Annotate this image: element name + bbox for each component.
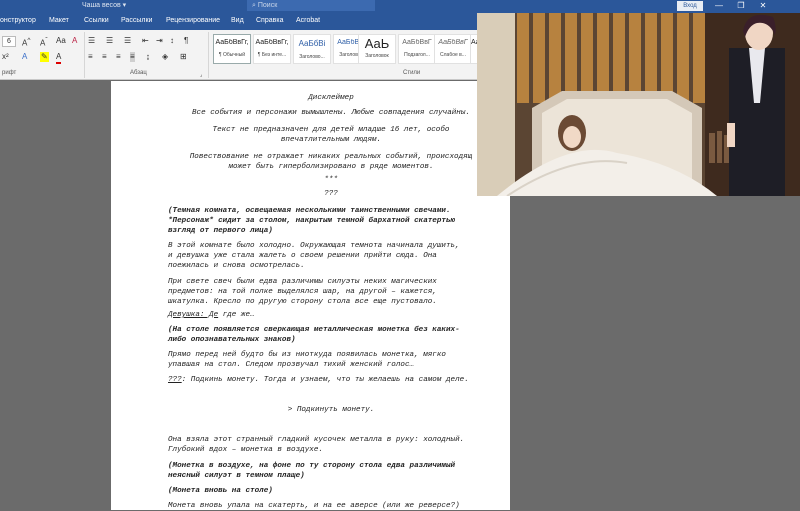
- align-center-icon[interactable]: ≡: [102, 52, 107, 62]
- close-button[interactable]: ✕: [752, 0, 774, 12]
- disclaimer-line: может быть гиперболизировано в ряде моме…: [228, 163, 434, 171]
- search-icon: ⌕: [252, 2, 256, 9]
- separator-stars: ***: [324, 176, 338, 184]
- paragraph: Глубокий вдох – монетка в воздухе.: [168, 446, 323, 454]
- tab-view[interactable]: Вид: [231, 17, 244, 24]
- disclaimer-line: Все события и персонажи вымышлены. Любые…: [192, 109, 470, 117]
- align-right-icon[interactable]: ≡: [116, 52, 121, 62]
- tab-layout[interactable]: Макет: [49, 17, 69, 24]
- font-group-label: рифт: [2, 70, 17, 76]
- tab-references[interactable]: Ссылки: [84, 17, 109, 24]
- font-size-box[interactable]: 6: [2, 36, 16, 47]
- paragraph: предметов: на той полке выделялся шар, н…: [168, 288, 437, 296]
- increase-indent-icon[interactable]: ⇥: [156, 36, 163, 46]
- borders-icon[interactable]: ⊞: [180, 52, 187, 62]
- disclaimer-title: Дисклеймер: [308, 94, 354, 102]
- pilcrow-icon[interactable]: ¶: [184, 36, 188, 46]
- paragraph: В этой комнате было холодно. Окружающая …: [168, 242, 460, 250]
- search-box[interactable]: ⌕ Поиск: [247, 0, 375, 11]
- style-no-spacing[interactable]: АаБбВвГг, ¶ Без инте...: [253, 34, 291, 64]
- styles-group-label: Стили: [403, 70, 421, 76]
- paragraph: Прямо перед ней будто бы из ниоткуда поя…: [168, 351, 446, 359]
- style-normal[interactable]: АаБбВвГг, ¶ Обычный: [213, 34, 251, 64]
- dialogue-line: ???: Подкинь монету. Тогда и узнаем, что…: [168, 375, 469, 385]
- speaker-name: ???: [168, 376, 182, 384]
- search-placeholder: Поиск: [257, 2, 278, 9]
- video-overlay[interactable]: [477, 13, 800, 196]
- style-subtle-emphasis[interactable]: АаБбВвГ Слабое в...: [434, 34, 472, 64]
- anime-scene-image: [477, 13, 800, 196]
- stage-direction: взгляд от первого лица): [168, 227, 273, 235]
- minimize-button[interactable]: —: [708, 0, 730, 12]
- paragraph: поежилась и снова осмотрелась.: [168, 262, 305, 270]
- shading-icon[interactable]: ◈: [162, 52, 168, 62]
- disclaimer-line: Повествование не отражает никаких реальн…: [189, 153, 473, 161]
- dialog-launcher-icon[interactable]: ⌟: [200, 70, 202, 80]
- paragraph: При свете свеч были едва различимы силуэ…: [168, 278, 437, 286]
- tab-design[interactable]: онструктор: [0, 17, 36, 24]
- stage-direction: (На столе появляется сверкающая металлич…: [168, 326, 460, 334]
- change-case-icon[interactable]: Aa: [56, 36, 66, 46]
- disclaimer-line: впечатлительным людям.: [280, 136, 382, 144]
- dialogue-text: где же…: [218, 311, 255, 319]
- style-heading1[interactable]: АаБбВі Заголово...: [293, 34, 331, 64]
- tab-help[interactable]: Справка: [256, 17, 283, 24]
- tab-mailings[interactable]: Рассылки: [121, 17, 152, 24]
- signin-button[interactable]: Вход: [677, 1, 703, 11]
- maximize-button[interactable]: ❐: [730, 0, 752, 12]
- window-controls: — ❐ ✕: [708, 0, 800, 12]
- stage-direction: либо опознавательных знаков): [168, 336, 296, 344]
- stage-direction: неясный силуэт в темном плаще): [168, 472, 305, 480]
- paragraph: шкатулка. Кресло по другую сторону стола…: [168, 298, 437, 306]
- paragraph: упавшая на стол. Следом прозвучал тихий …: [168, 361, 415, 369]
- numbering-icon[interactable]: ☰: [106, 36, 113, 46]
- subscript-icon[interactable]: x²: [2, 52, 9, 62]
- grow-font-icon[interactable]: A^: [22, 36, 30, 49]
- title-bar: Чаша весов ▾ ⌕ Поиск Вход — ❐ ✕: [0, 0, 800, 12]
- style-subtitle[interactable]: АаБбВвГ Подзагол...: [398, 34, 436, 64]
- stage-direction: (Темная комната, освещаемая несколькими …: [168, 207, 451, 215]
- stage-direction: *Персонаж* сидит за столом, накрытым тем…: [168, 217, 456, 225]
- justify-icon[interactable]: ≡: [130, 52, 135, 62]
- align-left-icon[interactable]: ≡: [88, 52, 93, 62]
- disclaimer-line: Текст не предназначен для детей младше 1…: [212, 126, 450, 134]
- document-title[interactable]: Чаша весов ▾: [82, 1, 126, 9]
- line-spacing-icon[interactable]: ↨: [146, 52, 150, 62]
- shrink-font-icon[interactable]: Aˇ: [40, 36, 48, 49]
- decrease-indent-icon[interactable]: ⇤: [142, 36, 149, 46]
- clear-format-icon[interactable]: A: [72, 36, 77, 46]
- divider: [208, 32, 209, 78]
- choice-option: > Подкинуть монету.: [287, 406, 375, 414]
- multilevel-icon[interactable]: ☰: [124, 36, 131, 46]
- tab-review[interactable]: Рецензирование: [166, 17, 220, 24]
- text-effects-icon[interactable]: A: [22, 52, 27, 62]
- sort-icon[interactable]: ↕: [170, 36, 174, 46]
- bullets-icon[interactable]: ☰: [88, 36, 95, 46]
- dialogue-line: Девушка: Де где же…: [168, 310, 255, 320]
- dialogue-text: : Подкинь монету. Тогда и узнаем, что ты…: [181, 376, 469, 384]
- speaker-name: Девушка: Де: [168, 311, 219, 319]
- stage-direction: (Монета вновь на столе): [168, 487, 273, 495]
- paragraph: Она взяла этот странный гладкий кусочек …: [168, 436, 465, 444]
- stage-direction: (Монетка в воздухе, на фоне по ту сторон…: [168, 462, 456, 470]
- document-page[interactable]: Дисклеймер Все события и персонажи вымыш…: [111, 81, 510, 510]
- tab-acrobat[interactable]: Acrobat: [296, 17, 320, 24]
- font-color-icon[interactable]: A: [56, 52, 62, 64]
- paragraph: и девушка уже стала жалеть о своем решен…: [168, 252, 437, 260]
- divider: [84, 32, 85, 78]
- paragraph-group-label: Абзац: [130, 70, 147, 76]
- highlight-icon[interactable]: ✎: [40, 52, 49, 62]
- scene-marker: ???: [324, 190, 338, 198]
- style-title[interactable]: АаЬ Заголовок: [358, 34, 396, 64]
